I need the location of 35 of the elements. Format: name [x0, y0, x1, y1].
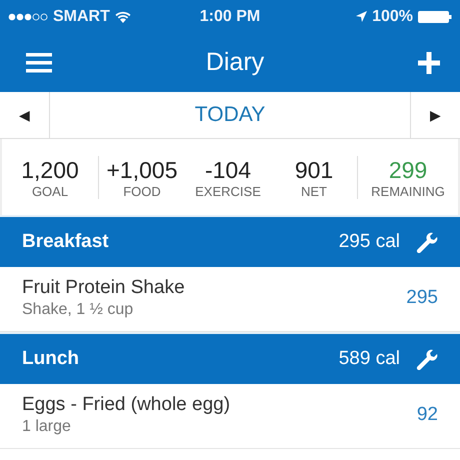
- wrench-icon[interactable]: [416, 231, 438, 253]
- status-time: 1:00 PM: [200, 8, 260, 26]
- food-calories: 295: [406, 287, 438, 309]
- screen-title: Diary: [206, 48, 264, 77]
- meal-header[interactable]: Breakfast 295 cal: [0, 215, 460, 267]
- summary-label: REMAINING: [371, 184, 445, 198]
- summary-value: -104: [204, 156, 252, 184]
- serving-size: 1 large: [22, 418, 72, 436]
- summary-label: GOAL: [32, 184, 68, 198]
- summary-value: 1,200: [21, 156, 79, 184]
- meal-header[interactable]: Lunch 589 cal: [0, 332, 460, 384]
- carrier-name: SMART: [53, 8, 110, 26]
- serving-size: Shake, 1 ½ cup: [22, 301, 134, 319]
- food-name: Fruit Protein Shake: [22, 277, 185, 299]
- summary-value: 299: [388, 156, 428, 184]
- food-calories: 92: [416, 404, 438, 426]
- wrench-icon[interactable]: [416, 348, 438, 370]
- add-button[interactable]: [418, 52, 440, 74]
- summary-label: FOOD: [123, 184, 161, 198]
- battery-percent: 100%: [372, 8, 413, 26]
- meal-calories: 295 cal: [338, 231, 400, 253]
- meal-name: Breakfast: [22, 231, 109, 253]
- summary-value: +1,005: [106, 156, 178, 184]
- wifi-icon: [114, 10, 131, 22]
- battery-icon: [418, 10, 452, 22]
- summary-label: EXERCISE: [195, 184, 261, 198]
- food-name: Eggs - Fried (whole egg): [22, 394, 230, 416]
- menu-button[interactable]: [26, 52, 52, 74]
- location-arrow-icon: [356, 11, 368, 22]
- summary-label: NET: [301, 184, 327, 198]
- summary-value: 901: [294, 156, 334, 184]
- meal-name: Lunch: [22, 348, 79, 370]
- date-label: TODAY: [194, 102, 266, 128]
- signal-icon: [8, 12, 48, 20]
- meal-calories: 589 cal: [338, 348, 400, 370]
